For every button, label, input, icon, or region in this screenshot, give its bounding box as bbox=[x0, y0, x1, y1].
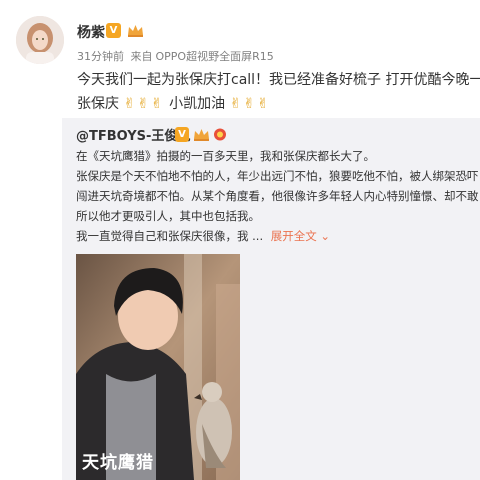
photo-title: 天坑鹰猎 bbox=[82, 453, 154, 473]
repost-text: 在《天坑鹰猎》拍摄的一百多天里，我和张保庆都长大了。 张保庆是个天不怕地不怕的人… bbox=[76, 146, 480, 246]
avatar-image bbox=[16, 16, 64, 64]
repost-text-line: 张保庆是个天不怕地不怕的人，年少出远门不怕，狼要吃他不怕，被人绑架恐吓 bbox=[76, 169, 479, 183]
repost-text-line: 我一直觉得自己和张保庆很像，我 ... 展开全文 ⌄ bbox=[76, 226, 480, 246]
post-meta: 31分钟前 来自 OPPO超视野全面屏R15 bbox=[77, 48, 274, 64]
post-text-line: 张保庆 ✌ ✌ ✌ 小凯加油 ✌ ✌ ✌ bbox=[77, 92, 480, 116]
victory-hand-icon: ✌ bbox=[150, 96, 163, 112]
vip-crown-icon[interactable] bbox=[126, 23, 145, 38]
post-text-prefix: 张保庆 bbox=[77, 96, 119, 112]
repost-text-last: 我一直觉得自己和张保庆很像，我 ... bbox=[76, 229, 264, 243]
photo-scene bbox=[76, 254, 240, 480]
fan-badge-icon[interactable] bbox=[213, 127, 227, 142]
post-time[interactable]: 31分钟前 bbox=[77, 50, 124, 63]
repost-photo[interactable]: 天坑鹰猎 bbox=[76, 254, 240, 480]
post-text: 今天我们一起为张保庆打call！我已经准备好梳子 打开优酷今晚一起 张保庆 ✌ ✌… bbox=[77, 68, 480, 116]
repost-card[interactable]: @TFBOYS-王俊凯 V 在《天坑鹰猎》拍摄的一百多天里，我和张保庆都长大了。… bbox=[62, 118, 480, 480]
victory-hand-icon: ✌ bbox=[257, 96, 269, 112]
victory-hand-icon: ✌ bbox=[243, 96, 256, 112]
avatar[interactable] bbox=[16, 16, 64, 64]
expand-label: 展开全文 bbox=[270, 229, 317, 243]
repost-text-line: 所以他才更吸引人，其中也包括我。 bbox=[76, 209, 260, 223]
chevron-down-icon: ⌄ bbox=[316, 229, 331, 243]
verified-badge-icon: V bbox=[175, 127, 189, 142]
user-name[interactable]: 杨紫 bbox=[77, 22, 105, 42]
vip-crown-icon[interactable] bbox=[193, 127, 210, 142]
verified-badge-icon: V bbox=[106, 23, 121, 38]
post-text-line: 今天我们一起为张保庆打call！我已经准备好梳子 打开优酷今晚一起 bbox=[77, 72, 480, 88]
repost-text-line: 在《天坑鹰猎》拍摄的一百多天里，我和张保庆都长大了。 bbox=[76, 149, 375, 163]
victory-hand-icon: ✌ bbox=[137, 96, 149, 112]
victory-hand-icon: ✌ bbox=[123, 96, 136, 112]
post-text-suffix: 小凯加油 bbox=[169, 96, 226, 112]
expand-full-text-link[interactable]: 展开全文 ⌄ bbox=[271, 229, 330, 243]
post-source[interactable]: OPPO超视野全面屏R15 bbox=[156, 50, 274, 63]
repost-author[interactable]: @TFBOYS-王俊凯 bbox=[76, 125, 190, 144]
repost-text-line: 闯进天坑奇境都不怕。从某个角度看，他很像许多年轻人内心特别憧憬、却不敢 bbox=[76, 189, 479, 203]
source-prefix: 来自 bbox=[130, 50, 153, 63]
victory-hand-icon: ✌ bbox=[229, 96, 242, 112]
